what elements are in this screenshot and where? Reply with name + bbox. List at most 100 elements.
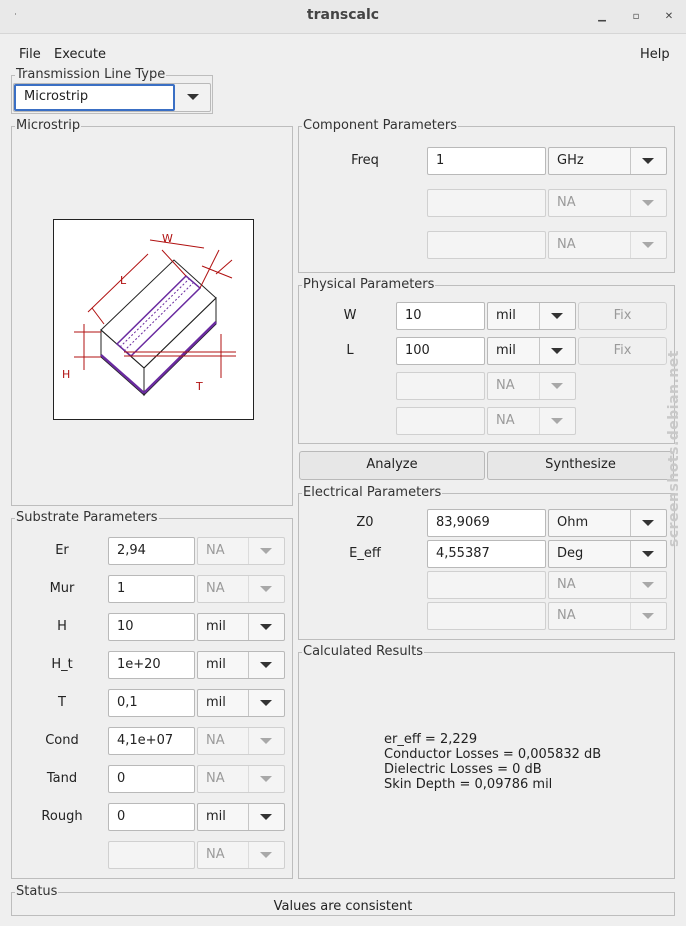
chevron-down-icon <box>187 94 199 100</box>
combo-separator <box>248 652 249 678</box>
electrical-unit-select[interactable]: Deg <box>548 540 667 568</box>
substrate-unit-select-value: NA <box>206 581 225 596</box>
combo-separator <box>248 538 249 564</box>
electrical-unit-select: NA <box>548 571 667 599</box>
substrate-value-input[interactable]: 1e+20 <box>108 651 195 679</box>
minimize-icon[interactable]: ▁ <box>594 9 610 25</box>
component-label: Freq <box>351 153 379 168</box>
component-unit-select-value: GHz <box>557 153 584 168</box>
fix-button[interactable]: Fix <box>578 337 667 365</box>
substrate-unit-select: NA <box>197 765 285 793</box>
substrate-label: H <box>57 619 67 634</box>
substrate-value-input[interactable]: 10 <box>108 613 195 641</box>
substrate-unit-select-value: mil <box>206 809 226 824</box>
combo-separator <box>539 373 540 399</box>
combo-separator <box>630 190 631 216</box>
component-value-input[interactable]: 1 <box>427 147 546 175</box>
substrate-unit-select: NA <box>197 727 285 755</box>
status-text: Values are consistent <box>273 899 413 914</box>
h-dimension-label: H <box>62 368 70 381</box>
substrate-label: Mur <box>49 581 75 596</box>
electrical-value-input <box>427 602 546 630</box>
calculated-results: er_eff = 2,229 Conductor Losses = 0,0058… <box>384 732 664 792</box>
electrical-value-input[interactable]: 83,9069 <box>427 509 546 537</box>
combo-separator <box>248 842 249 868</box>
chevron-down-icon <box>551 313 563 319</box>
substrate-label: H_t <box>51 657 73 672</box>
chevron-down-icon <box>551 418 563 424</box>
electrical-unit-select-value: NA <box>557 608 576 623</box>
substrate-unit-select[interactable]: mil <box>197 803 285 831</box>
combo-separator <box>248 728 249 754</box>
status-title: Status <box>15 884 59 900</box>
substrate-unit-select-value: mil <box>206 619 226 634</box>
electrical-unit-select-value: NA <box>557 577 576 592</box>
physical-unit-select[interactable]: mil <box>487 302 576 330</box>
combo-separator <box>248 690 249 716</box>
physical-unit-select-value: NA <box>496 413 515 428</box>
substrate-unit-select: NA <box>197 537 285 565</box>
electrical-value-input[interactable]: 4,55387 <box>427 540 546 568</box>
combo-separator <box>630 541 631 567</box>
substrate-unit-select[interactable]: mil <box>197 651 285 679</box>
result-line: Skin Depth = 0,09786 mil <box>384 777 553 792</box>
title-bar: ᐧ transcalc ▁ ▫ ✕ <box>0 0 686 34</box>
physical-unit-select-value: mil <box>496 308 516 323</box>
menu-help[interactable]: Help <box>640 47 670 62</box>
substrate-value-input[interactable]: 0,1 <box>108 689 195 717</box>
electrical-value-input <box>427 571 546 599</box>
physical-value-input[interactable]: 10 <box>396 302 485 330</box>
physical-value-input <box>396 372 485 400</box>
physical-value-input[interactable]: 100 <box>396 337 485 365</box>
electrical-unit-select[interactable]: Ohm <box>548 509 667 537</box>
chevron-down-icon <box>642 582 654 588</box>
chevron-down-icon <box>551 383 563 389</box>
electrical-unit-select-value: Ohm <box>557 515 589 530</box>
substrate-label: Tand <box>46 771 78 786</box>
physical-label: L <box>346 343 354 358</box>
watermark: screenshots.debian.net <box>666 350 682 547</box>
substrate-unit-select[interactable]: mil <box>197 613 285 641</box>
result-line: er_eff = 2,229 <box>384 732 478 747</box>
fix-button[interactable]: Fix <box>578 302 667 330</box>
component-unit-select: NA <box>548 231 667 259</box>
substrate-value-input[interactable]: 2,94 <box>108 537 195 565</box>
substrate-unit-select[interactable]: mil <box>197 689 285 717</box>
combo-separator <box>539 303 540 329</box>
substrate-value-input[interactable]: 0 <box>108 803 195 831</box>
combo-separator <box>630 148 631 174</box>
chevron-down-icon <box>642 520 654 526</box>
substrate-unit-select-value: NA <box>206 771 225 786</box>
menu-file[interactable]: File <box>19 47 41 62</box>
combo-separator <box>630 232 631 258</box>
chevron-down-icon <box>642 551 654 557</box>
result-line: Conductor Losses = 0,005832 dB <box>384 747 602 762</box>
component-value-input <box>427 189 546 217</box>
physical-label: W <box>343 308 357 323</box>
close-icon[interactable]: ✕ <box>661 9 677 25</box>
analyze-button[interactable]: Analyze <box>299 451 485 480</box>
electrical-label: Z0 <box>356 515 374 530</box>
substrate-value-input[interactable]: 4,1e+07 <box>108 727 195 755</box>
component-unit-select[interactable]: GHz <box>548 147 667 175</box>
substrate-value-input[interactable]: 0 <box>108 765 195 793</box>
line-type-select[interactable]: Microstrip <box>13 83 211 112</box>
component-title: Component Parameters <box>302 118 459 134</box>
substrate-value-input <box>108 841 195 869</box>
microstrip-diagram: W L H T <box>53 219 254 420</box>
diagram-title: Microstrip <box>15 118 82 134</box>
combo-separator <box>248 614 249 640</box>
combo-separator <box>248 576 249 602</box>
physical-title: Physical Parameters <box>302 277 436 293</box>
electrical-unit-select: NA <box>548 602 667 630</box>
chevron-down-icon <box>260 624 272 630</box>
substrate-value-input[interactable]: 1 <box>108 575 195 603</box>
chevron-down-icon <box>551 348 563 354</box>
maximize-icon[interactable]: ▫ <box>628 9 644 25</box>
electrical-label: E_eff <box>349 546 381 561</box>
synthesize-button[interactable]: Synthesize <box>487 451 674 480</box>
physical-unit-select[interactable]: mil <box>487 337 576 365</box>
menu-execute[interactable]: Execute <box>54 47 106 62</box>
substrate-label: T <box>58 695 66 710</box>
physical-unit-select-value: mil <box>496 343 516 358</box>
